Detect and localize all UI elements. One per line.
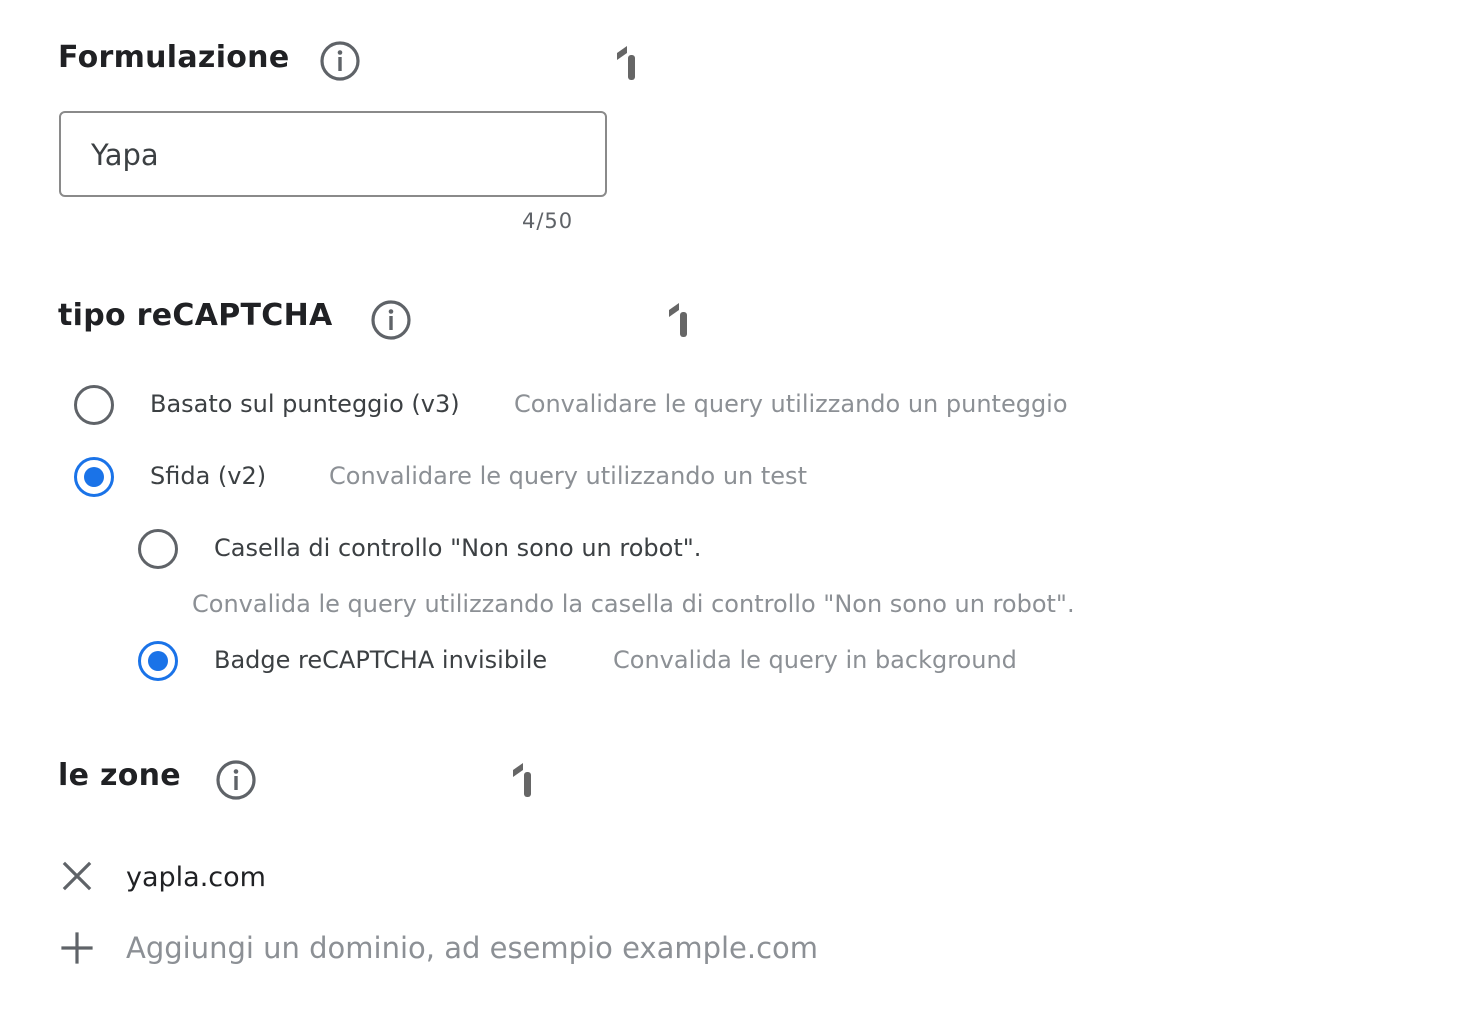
option-description-checkbox-not-robot: Convalida le query utilizzando la casell… bbox=[192, 590, 1075, 618]
radio-challenge-v2[interactable] bbox=[74, 457, 114, 497]
plus-icon[interactable] bbox=[61, 932, 93, 964]
option-description-score-v3: Convalidare le query utilizzando un punt… bbox=[514, 390, 1068, 418]
label-text-field[interactable] bbox=[59, 111, 607, 197]
add-domain-input[interactable] bbox=[126, 924, 1026, 972]
one-badge-icon bbox=[669, 303, 687, 337]
radio-score-v3[interactable] bbox=[74, 385, 114, 425]
char-counter: 4/50 bbox=[522, 209, 574, 233]
domains-section-title: le zone bbox=[58, 758, 181, 793]
info-icon[interactable] bbox=[215, 759, 257, 801]
radio-invisible-badge[interactable] bbox=[138, 641, 178, 681]
option-label-score-v3[interactable]: Basato sul punteggio (v3) bbox=[150, 390, 460, 418]
radio-checkbox-not-robot[interactable] bbox=[138, 529, 178, 569]
label-input[interactable] bbox=[91, 131, 571, 179]
one-badge-icon bbox=[617, 46, 635, 80]
info-icon[interactable] bbox=[319, 40, 361, 82]
info-icon[interactable] bbox=[370, 299, 412, 341]
option-label-checkbox-not-robot[interactable]: Casella di controllo "Non sono un robot"… bbox=[214, 534, 701, 562]
domain-item: yapla.com bbox=[126, 862, 266, 893]
recaptcha-section-title: tipo reCAPTCHA bbox=[58, 298, 333, 333]
label-section-title: Formulazione bbox=[58, 40, 290, 75]
option-label-challenge-v2[interactable]: Sfida (v2) bbox=[150, 462, 266, 490]
one-badge-icon bbox=[513, 763, 531, 797]
close-icon[interactable] bbox=[61, 860, 93, 892]
option-description-challenge-v2: Convalidare le query utilizzando un test bbox=[329, 462, 807, 490]
option-label-invisible-badge[interactable]: Badge reCAPTCHA invisibile bbox=[214, 646, 547, 674]
option-description-invisible-badge: Convalida le query in background bbox=[613, 646, 1017, 674]
